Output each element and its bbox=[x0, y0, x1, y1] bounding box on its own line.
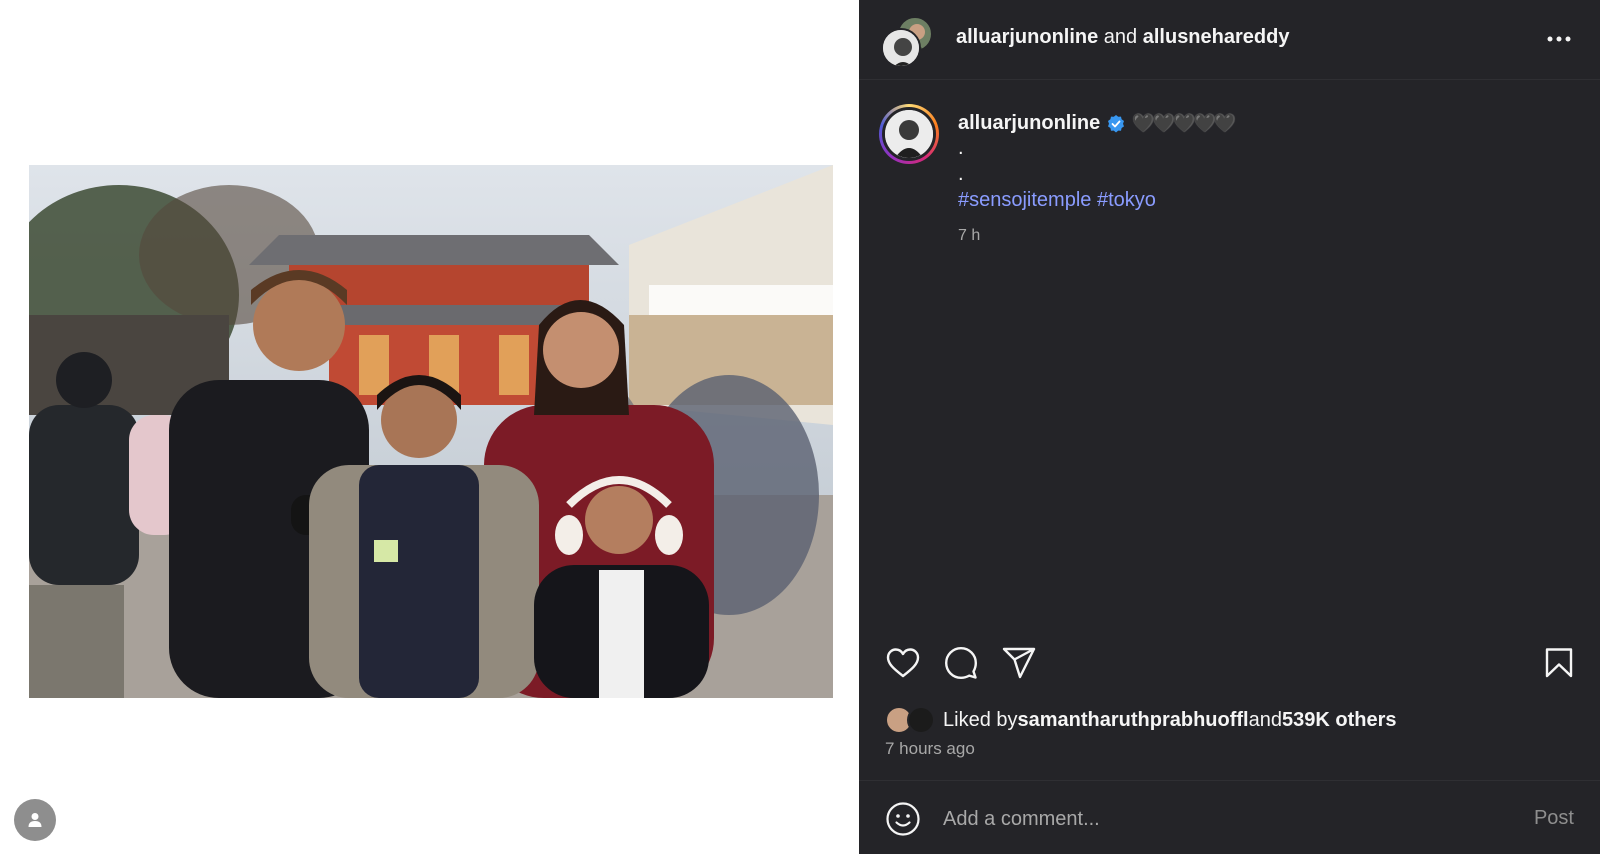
likes-joiner: and bbox=[1248, 708, 1282, 731]
avatar bbox=[882, 107, 936, 161]
caption-hearts: 🖤🖤🖤🖤🖤 bbox=[1132, 113, 1236, 133]
header-usernames: alluarjunonline and allusnehareddy bbox=[956, 26, 1289, 49]
header-joiner: and bbox=[1098, 26, 1143, 48]
likes-count[interactable]: 539K others bbox=[1282, 709, 1397, 732]
header-user-1[interactable]: alluarjunonline bbox=[956, 26, 1098, 48]
emoji-button[interactable] bbox=[883, 799, 923, 839]
caption-hashtags: #sensojitemple #tokyo bbox=[958, 187, 1558, 213]
caption-username[interactable]: alluarjunonline bbox=[958, 112, 1100, 135]
caption-dot: . bbox=[958, 163, 964, 185]
tagged-people-button[interactable] bbox=[14, 799, 56, 841]
comment-icon bbox=[945, 647, 977, 679]
likes-summary: Liked by samantharuthprabhuoffl and 539K… bbox=[885, 704, 1397, 736]
more-options-button[interactable] bbox=[1544, 26, 1574, 52]
caption-body: alluarjunonline 🖤🖤🖤🖤🖤 . . #sensojitemple… bbox=[958, 112, 1558, 245]
heart-icon bbox=[886, 648, 920, 678]
header-user-2[interactable]: allusnehareddy bbox=[1143, 26, 1290, 48]
share-button[interactable] bbox=[999, 643, 1039, 683]
liked-by-user[interactable]: samantharuthprabhuoffl bbox=[1018, 709, 1249, 732]
post-timestamp[interactable]: 7 hours ago bbox=[885, 739, 975, 759]
story-ring[interactable] bbox=[879, 104, 939, 164]
avatar bbox=[907, 706, 935, 734]
caption-dot: . bbox=[958, 137, 964, 159]
comment-bar: Post bbox=[859, 780, 1600, 854]
likes-prefix: Liked by bbox=[943, 708, 1018, 731]
bookmark-icon bbox=[1545, 648, 1573, 678]
person-icon bbox=[28, 813, 42, 827]
post-sidebar: alluarjunonline and allusnehareddy allua… bbox=[859, 0, 1600, 854]
media-pane bbox=[0, 0, 859, 854]
post-photo[interactable] bbox=[29, 165, 833, 698]
action-bar bbox=[883, 643, 1583, 683]
post-viewer: alluarjunonline and allusnehareddy allua… bbox=[0, 0, 1600, 854]
liker-avatars bbox=[885, 704, 941, 736]
avatar bbox=[881, 28, 921, 68]
collab-avatars[interactable] bbox=[881, 16, 937, 68]
hashtag-link[interactable]: #sensojitemple bbox=[958, 189, 1091, 211]
verified-badge-icon bbox=[1108, 114, 1125, 132]
save-button[interactable] bbox=[1539, 643, 1579, 683]
post-comment-button[interactable]: Post bbox=[1534, 807, 1574, 830]
more-horizontal-icon bbox=[1547, 36, 1571, 42]
caption-first-line: alluarjunonline 🖤🖤🖤🖤🖤 bbox=[958, 112, 1558, 135]
caption-timestamp: 7 h bbox=[958, 227, 981, 244]
hashtag-link[interactable]: #tokyo bbox=[1097, 189, 1156, 211]
post-header: alluarjunonline and allusnehareddy bbox=[859, 0, 1600, 80]
comment-input[interactable] bbox=[943, 801, 1503, 837]
emoji-icon bbox=[886, 802, 920, 836]
comment-button[interactable] bbox=[941, 643, 981, 683]
photo-illustration bbox=[29, 165, 833, 698]
like-button[interactable] bbox=[883, 643, 923, 683]
share-icon bbox=[1002, 647, 1036, 679]
